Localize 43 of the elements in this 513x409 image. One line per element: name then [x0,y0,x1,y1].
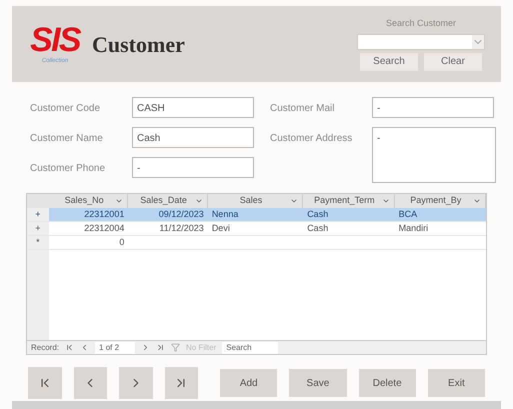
table-cell: Cash [307,209,328,219]
table-cell: BCA [398,209,418,219]
table-cell: Cash [307,223,328,233]
field-label: Customer Address [270,132,354,146]
text-field[interactable]: Cash [132,127,254,148]
logo-text: SIS [30,22,80,56]
record-label: Record: [31,342,60,354]
action-button[interactable]: Save [289,369,347,397]
filter-icon [171,343,180,352]
first-record-icon[interactable] [65,343,74,352]
search-label: Search Customer [386,17,456,30]
record-position[interactable]: 1 of 2 [95,342,136,354]
table-cell: 22312004 [84,223,124,233]
table-cell: 22312001 [84,209,124,219]
table-cell: 11/12/2023 [159,223,204,233]
field-label: Customer Name [30,132,104,146]
table-row[interactable]: + 22312004 11/12/2023 Devi Cash Mandiri [27,222,486,236]
last-record-icon[interactable] [156,343,166,352]
clear-button[interactable]: Clear [424,52,482,71]
table-cell: Devi [212,223,230,233]
text-field[interactable]: - [372,97,494,118]
table-row[interactable]: * 0 [27,236,486,250]
navigation-button[interactable] [164,367,198,399]
table-cell: 09/12/2023 [158,209,204,219]
row-marker[interactable]: + [27,222,49,235]
table-cell: Nenna [212,209,238,219]
search-button[interactable]: Search [360,52,418,71]
action-button[interactable]: Add [220,369,278,397]
search-box[interactable]: Search [222,342,278,354]
table-cell: Mandiri [398,223,428,233]
row-marker[interactable]: * [27,236,49,249]
action-button[interactable]: Delete [358,369,416,397]
form-title: Customer [92,30,185,58]
action-button[interactable]: Exit [428,369,485,397]
field-label: Customer Mail [270,102,336,116]
field-label: Customer Code [30,102,102,116]
field-label: Customer Phone [30,162,106,176]
text-field[interactable]: - [132,157,254,178]
table-row[interactable]: + 22312001 09/12/2023 Nenna Cash BCA [27,208,486,222]
address-field[interactable]: - [372,127,496,183]
text-field[interactable]: CASH [132,97,254,118]
row-marker[interactable]: + [27,208,49,221]
table-cell: 0 [119,237,124,247]
